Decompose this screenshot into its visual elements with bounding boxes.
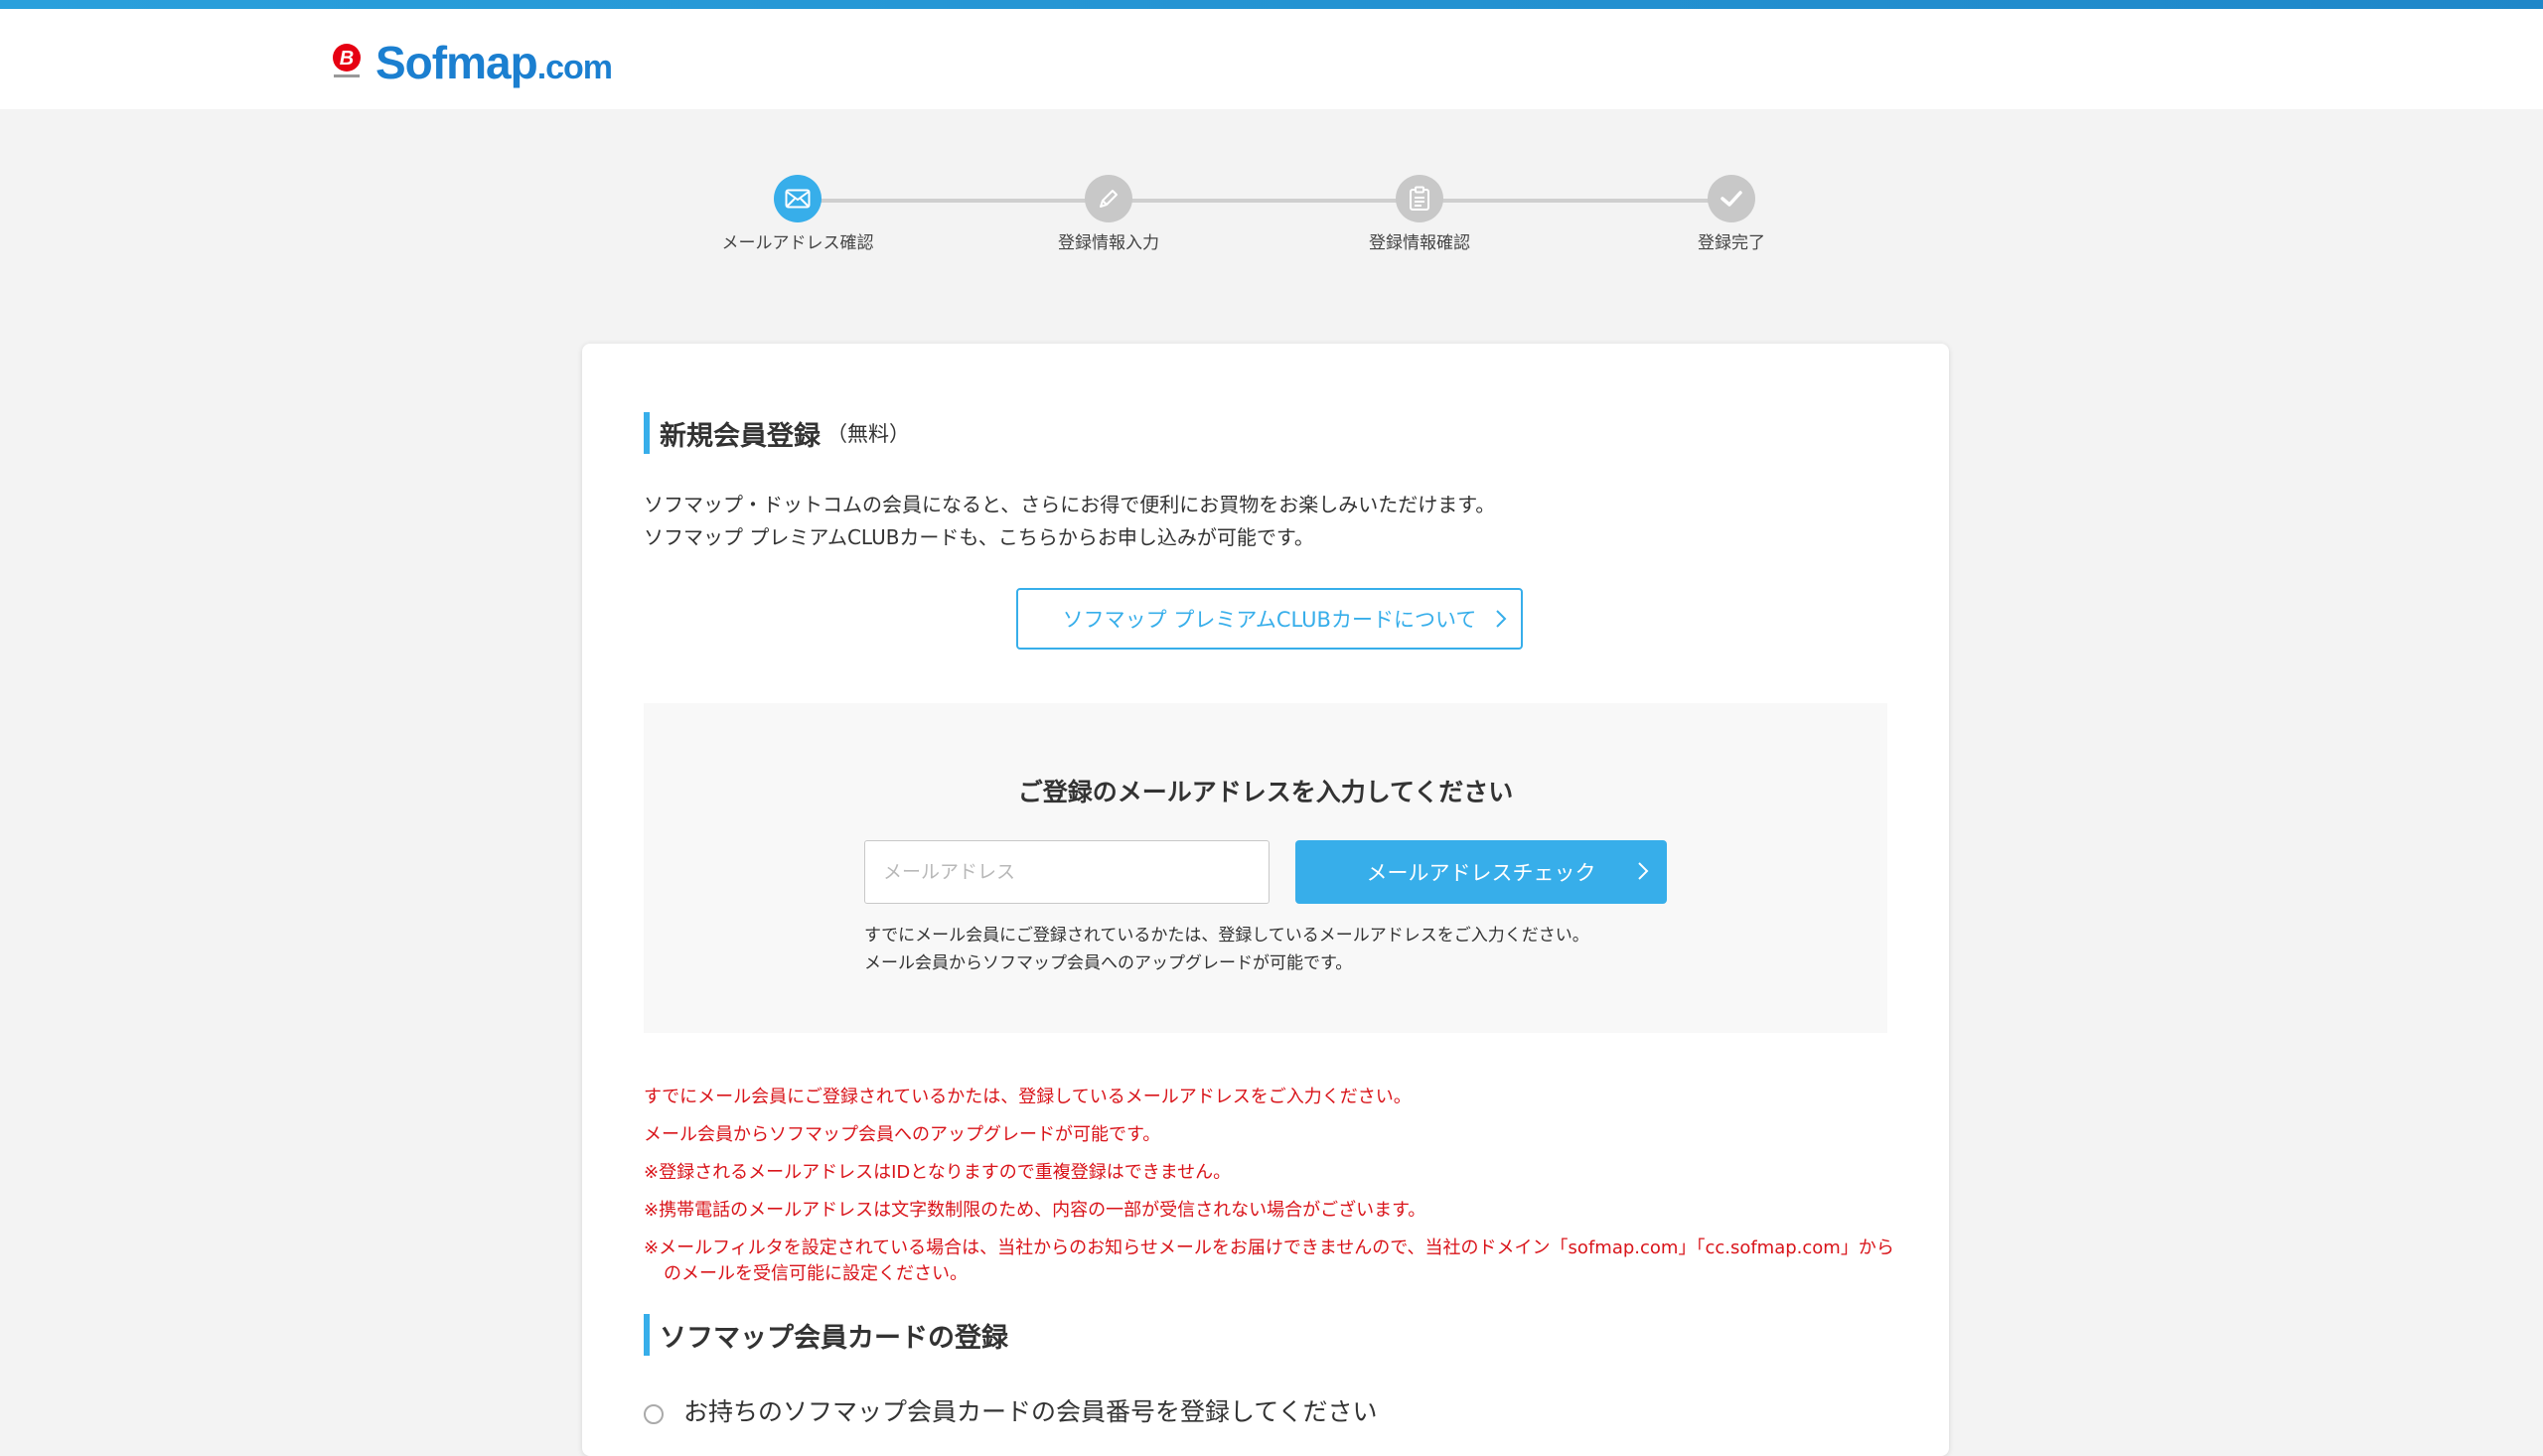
notice-line: すでにメール会員にご登録されているかたは、登録しているメールアドレスをご入力くだ… [644, 1087, 1412, 1107]
email-entry-panel: ご登録のメールアドレスを入力してください メールアドレスチェック すでにメール会… [644, 703, 1887, 1033]
member-card-heading: ソフマップ会員カードの登録 [644, 1314, 1008, 1356]
mail-icon [785, 189, 811, 209]
step-circle [1085, 175, 1132, 222]
registration-stepper: メールアドレス確認 登録情報入力 登録情報確認 登録完了 [695, 175, 1848, 254]
intro-line: ソフマップ プレミアムCLUBカードも、こちらからお申し込みが可能です。 [644, 525, 1314, 549]
step-info-input: 登録情報入力 [1009, 175, 1208, 253]
svg-text:B: B [340, 48, 354, 70]
email-input[interactable] [864, 840, 1270, 904]
chevron-right-icon [1638, 862, 1649, 880]
notice-line: メール会員からソフマップ会員へのアップグレードが可能です。 [644, 1124, 1161, 1145]
clipboard-icon [1410, 186, 1429, 211]
notice-line: ※登録されるメールアドレスはIDとなりますので重複登録はできません。 [644, 1162, 1232, 1183]
step-complete: 登録完了 [1632, 175, 1831, 253]
premium-club-card-info-button[interactable]: ソフマップ プレミアムCLUBカードについて [1016, 588, 1523, 650]
step-circle [1708, 175, 1755, 222]
step-label: 登録情報確認 [1369, 233, 1470, 253]
registration-card: 新規会員登録 （無料） ソフマップ・ドットコムの会員になると、さらにお得で便利に… [582, 344, 1949, 1456]
notice-line: ※メールフィルタを設定されている場合は、当社からのお知らせメールをお届けできませ… [644, 1238, 1894, 1258]
check-icon [1720, 191, 1742, 207]
new-registration-heading: 新規会員登録 （無料） [644, 412, 910, 454]
step-info-confirm: 登録情報確認 [1320, 175, 1519, 253]
step-circle [774, 175, 822, 222]
logo-wordmark: Sofmap.com [375, 36, 613, 89]
step-label: メールアドレス確認 [721, 233, 874, 253]
registration-notices: すでにメール会員にご登録されているかたは、登録しているメールアドレスをご入力くだ… [644, 1079, 1894, 1287]
site-header: B Sofmap.com [0, 9, 2543, 109]
step-circle [1396, 175, 1443, 222]
pencil-icon [1100, 190, 1118, 208]
biccamera-mark-icon: B [333, 44, 361, 77]
section-title: ソフマップ会員カードの登録 [660, 1322, 1008, 1354]
step-label: 登録情報入力 [1058, 233, 1159, 253]
step-label: 登録完了 [1698, 233, 1765, 253]
logo-name: Sofmap [375, 37, 538, 88]
email-check-button[interactable]: メールアドレスチェック [1295, 840, 1667, 904]
stepper-track [798, 199, 1731, 203]
button-label: ソフマップ プレミアムCLUBカードについて [1062, 608, 1477, 632]
help-line: メール会員からソフマップ会員へのアップグレードが可能です。 [864, 953, 1353, 973]
radio-button[interactable] [644, 1404, 664, 1424]
step-email-confirm: メールアドレス確認 [698, 175, 897, 253]
top-accent-bar [0, 0, 2543, 9]
sofmap-logo[interactable]: B Sofmap.com [330, 35, 613, 90]
help-line: すでにメール会員にご登録されているかたは、登録しているメールアドレスをご入力くだ… [864, 926, 1589, 946]
button-label: メールアドレスチェック [1366, 861, 1596, 885]
email-help-text: すでにメール会員にご登録されているかたは、登録しているメールアドレスをご入力くだ… [864, 922, 1589, 977]
email-heading: ご登録のメールアドレスを入力してください [1017, 778, 1514, 806]
notice-line: ※携帯電話のメールアドレスは文字数制限のため、内容の一部が受信されない場合がござ… [644, 1200, 1426, 1221]
logo-domain: .com [536, 49, 613, 86]
notice-line: のメールを受信可能に設定ください。 [664, 1263, 968, 1284]
intro-line: ソフマップ・ドットコムの会員になると、さらにお得で便利にお買物をお楽しみいただけ… [644, 493, 1496, 516]
chevron-right-icon [1496, 610, 1507, 628]
section-title: 新規会員登録 [660, 420, 821, 452]
intro-text: ソフマップ・ドットコムの会員になると、さらにお得で便利にお買物をお楽しみいただけ… [644, 489, 1495, 554]
free-label: （無料） [826, 422, 910, 446]
